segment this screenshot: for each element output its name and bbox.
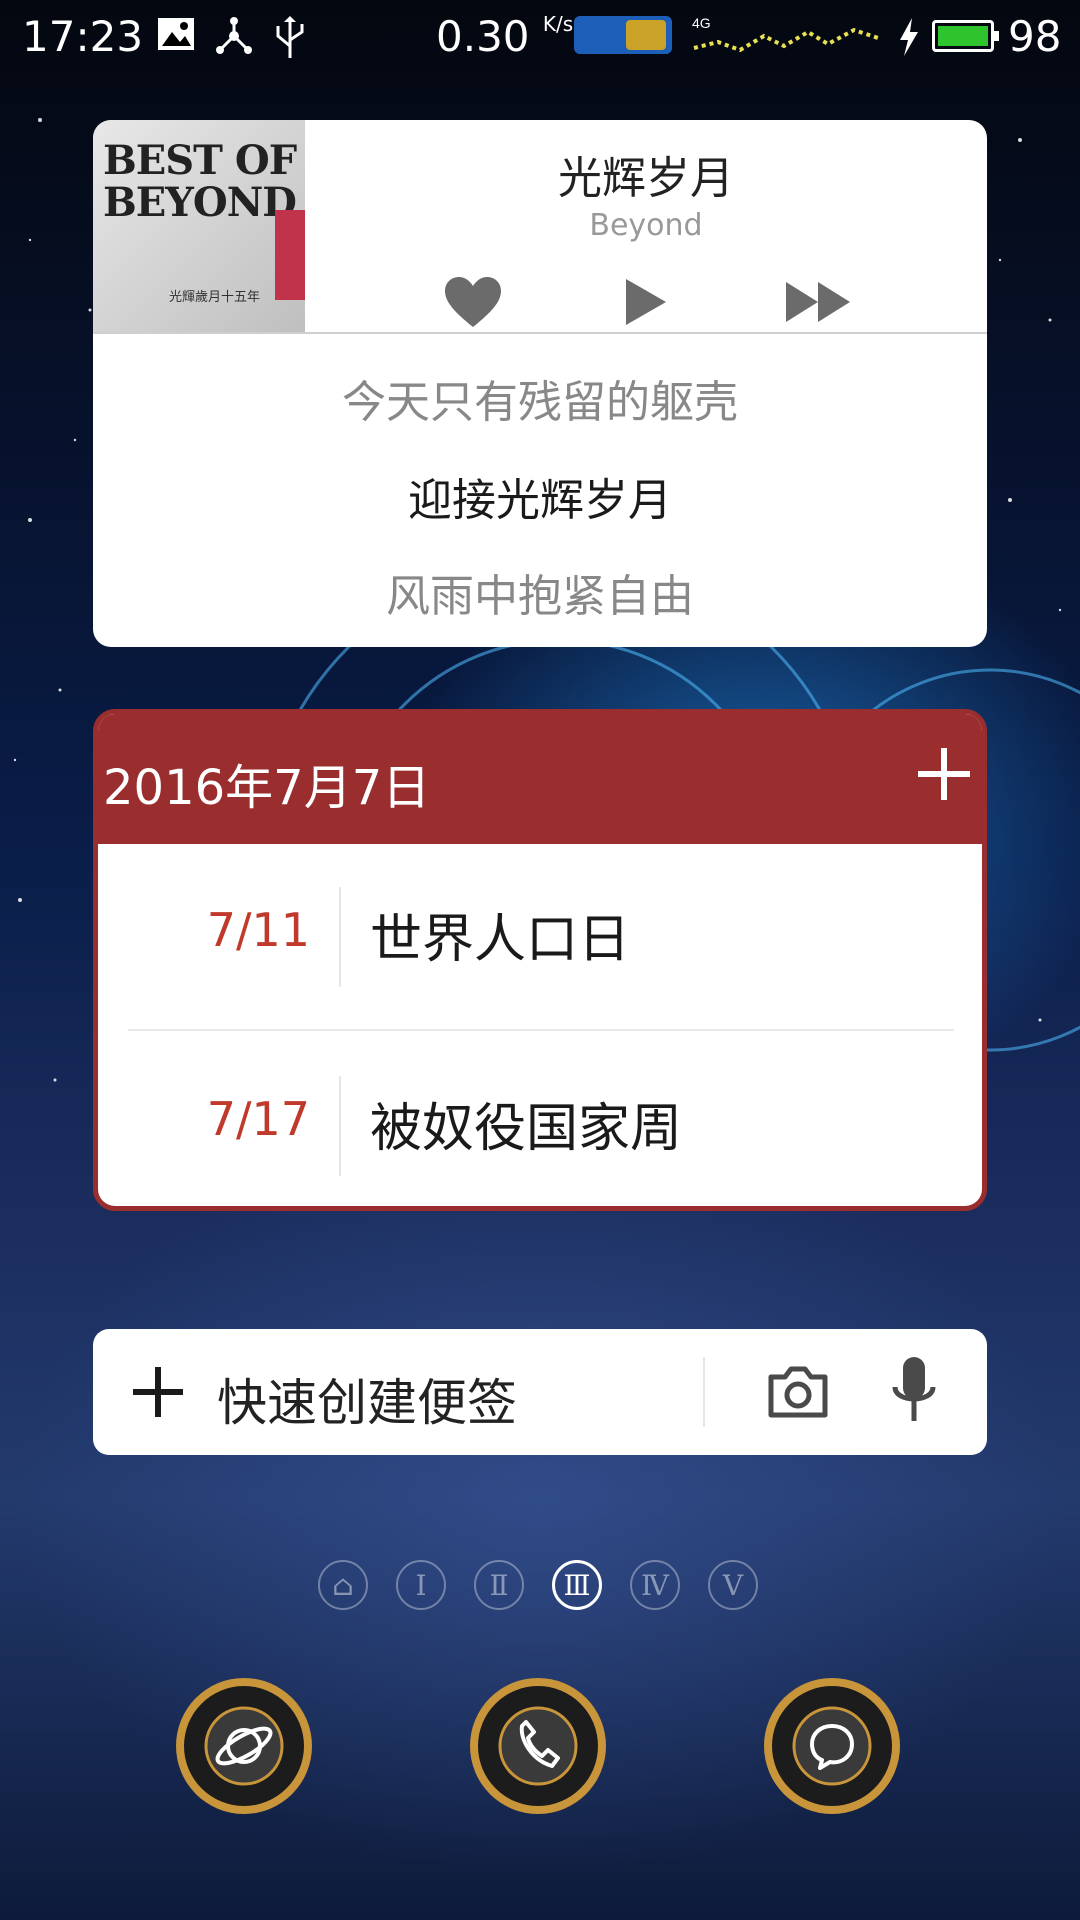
calendar-date[interactable]: 2016年7月7日 bbox=[103, 748, 430, 818]
browser-icon[interactable] bbox=[174, 1676, 314, 1816]
play-button[interactable] bbox=[606, 262, 686, 342]
event-title: 被奴役国家周 bbox=[370, 1099, 683, 1159]
album-cover-title: BEST OF BEYOND bbox=[103, 137, 297, 226]
charging-icon bbox=[900, 18, 918, 56]
album-cover-subtitle: 光輝歲月十五年 bbox=[169, 290, 261, 305]
calendar-event[interactable]: 7/17 被奴役国家周 bbox=[98, 1036, 982, 1206]
page-dot-1[interactable]: Ⅰ bbox=[396, 1560, 446, 1610]
image-icon bbox=[158, 18, 194, 50]
page-dot-2[interactable]: Ⅱ bbox=[474, 1560, 524, 1610]
album-cover[interactable]: BEST OF BEYOND 光輝歲月十五年 bbox=[93, 120, 305, 332]
messages-icon[interactable] bbox=[762, 1676, 902, 1816]
status-bar: 17:23 0.30 K/s 4G 98 bbox=[0, 0, 1080, 76]
lyric-line-next: 风雨中抱紧自由 bbox=[386, 571, 694, 622]
play-icon bbox=[626, 279, 666, 325]
battery-icon bbox=[932, 20, 999, 52]
signal-4g-icon: 4G bbox=[692, 15, 879, 53]
status-time: 17:23 bbox=[22, 12, 144, 61]
calendar-event[interactable]: 7/11 世界人口日 bbox=[98, 847, 982, 1017]
net-speed: 0.30 K/s bbox=[436, 12, 574, 61]
favorite-button[interactable] bbox=[433, 262, 513, 342]
event-divider bbox=[128, 1029, 954, 1031]
page-indicator: ⌂ Ⅰ Ⅱ Ⅲ Ⅳ Ⅴ bbox=[318, 1560, 762, 1616]
usb-debug-icon bbox=[216, 17, 252, 54]
calendar-header: 2016年7月7日 bbox=[98, 714, 982, 844]
event-date: 7/17 bbox=[206, 1092, 310, 1146]
lyric-line-current: 迎接光辉岁月 bbox=[408, 475, 672, 526]
phone-icon[interactable] bbox=[468, 1676, 608, 1816]
event-separator bbox=[339, 1076, 341, 1176]
song-artist: Beyond bbox=[589, 208, 703, 243]
page-dot-3-active[interactable]: Ⅲ bbox=[552, 1560, 602, 1610]
svg-text:4G: 4G bbox=[692, 15, 711, 31]
event-date: 7/11 bbox=[206, 903, 310, 957]
battery-percent: 98 bbox=[1008, 12, 1062, 61]
event-separator bbox=[339, 887, 341, 987]
page-dot-5[interactable]: Ⅴ bbox=[708, 1560, 758, 1610]
usb-icon bbox=[276, 16, 304, 58]
quick-note-label[interactable]: 快速创建便签 bbox=[217, 1363, 517, 1435]
app-logo-icon bbox=[574, 16, 672, 54]
note-separator bbox=[703, 1357, 705, 1427]
next-button[interactable] bbox=[779, 262, 859, 342]
song-title: 光辉岁月 bbox=[558, 153, 734, 204]
lyric-line-previous: 今天只有残留的躯壳 bbox=[342, 377, 738, 428]
plus-icon[interactable] bbox=[129, 1363, 187, 1421]
page-dot-home[interactable]: ⌂ bbox=[318, 1560, 368, 1610]
event-title: 世界人口日 bbox=[370, 910, 631, 970]
add-event-icon[interactable] bbox=[914, 744, 974, 804]
quick-note-widget[interactable]: 快速创建便签 bbox=[93, 1329, 987, 1455]
battery-level bbox=[938, 26, 988, 46]
music-widget[interactable]: BEST OF BEYOND 光輝歲月十五年 光辉岁月 Beyond 今天只有残… bbox=[93, 120, 987, 647]
camera-icon[interactable] bbox=[765, 1359, 831, 1425]
heart-icon bbox=[445, 277, 501, 327]
music-divider bbox=[93, 332, 987, 334]
microphone-icon[interactable] bbox=[889, 1355, 939, 1429]
calendar-widget[interactable]: 2016年7月7日 7/11 世界人口日 7/17 被奴役国家周 bbox=[93, 709, 987, 1211]
page-dot-4[interactable]: Ⅳ bbox=[630, 1560, 680, 1610]
album-cover-figure bbox=[275, 210, 305, 300]
fast-forward-icon bbox=[786, 282, 850, 322]
